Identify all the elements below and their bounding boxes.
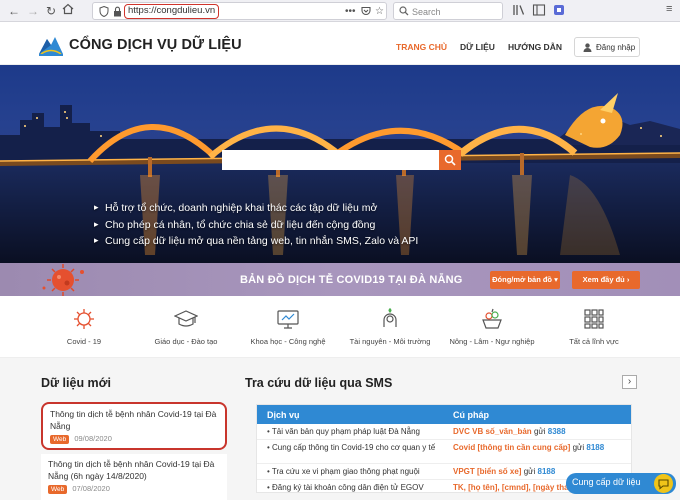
search-icon [444, 154, 456, 166]
category-environment[interactable]: Tài nguyên - Môi trường [340, 296, 440, 358]
site-header: CỔNG DỊCH VỤ DỮ LIỆU TRANG CHỦ DỮ LIỆU H… [0, 23, 680, 65]
fruit-basket-icon [482, 308, 502, 329]
sms-service: Tải văn bản quy phạm pháp luật Đà Nẵng [267, 427, 437, 437]
hero-banner: Hỗ trợ tổ chức, doanh nghiệp khai thác c… [0, 65, 680, 263]
category-label: Tất cả lĩnh vực [569, 337, 619, 346]
category-agriculture[interactable]: Nông - Lâm - Ngư nghiệp [442, 296, 542, 358]
view-full-button[interactable]: Xem đầy đủ › [572, 271, 640, 289]
sms-syntax: DVC VB số_văn_bản gửi 8388 [453, 427, 566, 436]
lock-icon[interactable] [113, 6, 122, 17]
news-item-meta: Web 07/08/2020 [41, 482, 227, 496]
back-icon[interactable]: ← [6, 3, 22, 19]
chat-icon[interactable] [654, 474, 673, 493]
category-label: Nông - Lâm - Ngư nghiệp [449, 337, 535, 346]
category-label: Giáo dục - Đào tạo [154, 337, 218, 346]
news-item-title[interactable]: Thông tin dịch tễ bệnh nhân Covid-19 tại… [43, 404, 225, 432]
browser-search-input[interactable] [412, 5, 498, 18]
menu-icon[interactable]: ≡ [666, 3, 672, 15]
toggle-map-button[interactable]: Đóng/mở bản đồ ▾ [490, 271, 560, 289]
monitor-icon [277, 310, 299, 329]
sidebar-icon[interactable] [532, 3, 546, 20]
more-icon[interactable]: ••• [345, 6, 356, 17]
sms-service: Tra cứu xe vi phạm giao thông phạt nguội [267, 467, 437, 477]
category-science[interactable]: Khoa học - Công nghệ [238, 296, 338, 358]
user-icon [583, 43, 592, 52]
pocket-icon[interactable] [361, 6, 371, 19]
web-badge: Web [48, 485, 68, 494]
news-item-meta: Web 09/08/2020 [43, 432, 225, 446]
news-item[interactable]: Thông tin dịch tễ bệnh nhân Covid-19 tại… [41, 402, 227, 450]
news-item-date: 09/08/2020 [74, 434, 112, 443]
site-logo-icon[interactable] [38, 33, 64, 57]
virus-icon [42, 264, 84, 296]
col-syntax: Cú pháp [453, 410, 489, 420]
category-label: Tài nguyên - Môi trường [349, 337, 431, 346]
table-row[interactable]: Tải văn bản quy phạm pháp luật Đà Nẵng D… [257, 424, 631, 440]
url-text[interactable]: https://congdulieu.vn [124, 4, 220, 19]
library-icon[interactable] [512, 3, 526, 20]
news-item-date: 07/08/2020 [72, 484, 110, 493]
table-row[interactable]: Cung cấp thông tin Covid-19 cho cơ quan … [257, 440, 631, 464]
sms-syntax: Covid [thông tin cần cung cấp] gửi 8188 [453, 443, 605, 452]
extension-icon[interactable] [552, 3, 566, 20]
leaf-head-icon [383, 308, 397, 327]
search-icon [399, 6, 409, 16]
covid-map-banner: BẢN ĐỒ DỊCH TỄ COVID19 TẠI ĐÀ NẴNG Đóng/… [0, 263, 680, 296]
login-button[interactable]: Đăng nhập [574, 37, 640, 57]
grid-icon [584, 309, 604, 329]
hero-feature-item: Cho phép cá nhân, tổ chức chia sẻ dữ liệ… [94, 219, 418, 236]
web-badge: Web [50, 435, 70, 444]
sms-service: Cung cấp thông tin Covid-19 cho cơ quan … [267, 443, 437, 453]
forward-icon[interactable]: → [25, 3, 41, 19]
category-covid[interactable]: Covid - 19 [34, 296, 134, 358]
category-all[interactable]: Tất cả lĩnh vực [544, 296, 644, 358]
hero-feature-list: Hỗ trợ tổ chức, doanh nghiệp khai thác c… [94, 202, 418, 252]
hero-search-button[interactable] [439, 150, 461, 170]
bookmark-star-icon[interactable]: ☆ [375, 6, 384, 17]
category-label: Covid - 19 [66, 337, 102, 346]
browser-search[interactable] [393, 2, 503, 20]
category-label: Khoa học - Công nghệ [250, 337, 326, 346]
news-item[interactable]: Thông tin dịch tễ bệnh nhân Covid-19 tại… [41, 454, 227, 500]
new-data-title: Dữ liệu mới [41, 376, 112, 390]
provide-data-label: Cung cấp dữ liệu [572, 477, 641, 487]
site-title[interactable]: CỔNG DỊCH VỤ DỮ LIỆU [69, 37, 242, 53]
home-icon[interactable] [60, 3, 76, 19]
nav-data[interactable]: DỮ LIỆU [460, 42, 495, 52]
login-label: Đăng nhập [596, 43, 636, 52]
virus-icon [74, 309, 94, 329]
hero-feature-item: Hỗ trợ tổ chức, doanh nghiệp khai thác c… [94, 202, 418, 219]
sms-table-header: Dịch vụ Cú pháp [257, 405, 631, 424]
covid-banner-title: BẢN ĐỒ DỊCH TỄ COVID19 TẠI ĐÀ NẴNG [240, 274, 463, 286]
col-service: Dịch vụ [267, 410, 300, 420]
hero-feature-item: Cung cấp dữ liệu mở qua nền tảng web, ti… [94, 235, 418, 252]
url-bar[interactable]: https://congdulieu.vn ••• ☆ [92, 2, 387, 20]
category-education[interactable]: Giáo dục - Đào tạo [136, 296, 236, 358]
shield-icon[interactable] [99, 6, 109, 17]
sms-lookup-title: Tra cứu dữ liệu qua SMS [245, 376, 393, 390]
graduation-cap-icon [174, 310, 198, 327]
browser-toolbar: ← → ↻ https://congdulieu.vn ••• ☆ ≡ [0, 0, 680, 22]
sms-service: Đăng ký tài khoản công dân điện tử EGOV [267, 483, 437, 492]
hero-search-box[interactable] [222, 150, 461, 170]
provide-data-button[interactable]: Cung cấp dữ liệu [566, 473, 676, 494]
nav-guide[interactable]: HƯỚNG DẪN [508, 42, 562, 52]
reload-icon[interactable]: ↻ [43, 3, 59, 19]
next-arrow-button[interactable]: › [622, 375, 637, 389]
nav-home[interactable]: TRANG CHỦ [396, 42, 447, 52]
hero-search-input[interactable] [222, 150, 439, 170]
category-bar: Covid - 19 Giáo dục - Đào tạo Khoa học -… [0, 296, 680, 358]
news-item-title[interactable]: Thông tin dịch tễ bệnh nhân Covid-19 tại… [41, 454, 227, 482]
